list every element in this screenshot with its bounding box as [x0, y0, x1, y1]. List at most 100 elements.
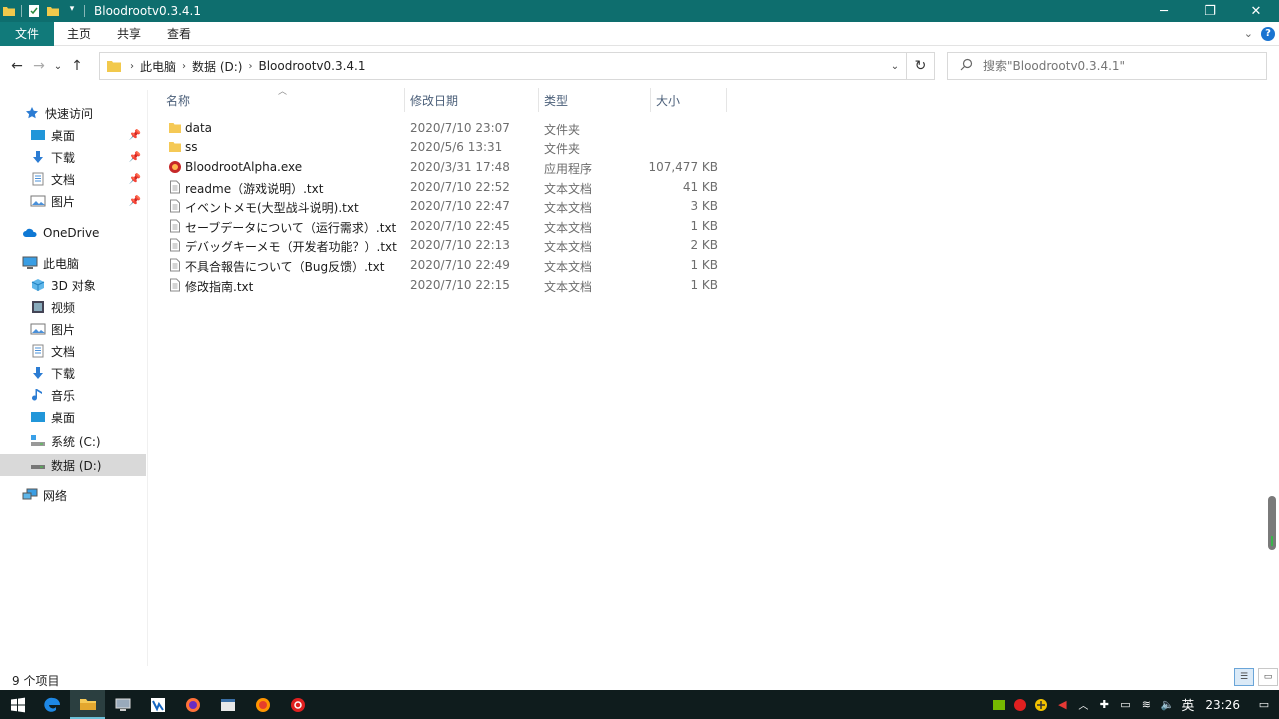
- chevron-up-icon[interactable]: ︿: [1076, 698, 1090, 712]
- column-header-name[interactable]: 名称: [166, 88, 404, 112]
- sidebar-item-desktop-pc[interactable]: 桌面: [0, 406, 146, 428]
- up-button[interactable]: ↑: [66, 58, 88, 74]
- pin-icon[interactable]: 📌: [129, 130, 141, 141]
- sidebar-item-downloads[interactable]: 下载 📌: [0, 146, 146, 168]
- sidebar-item-pictures-pc[interactable]: 图片: [0, 318, 146, 340]
- tab-home[interactable]: 主页: [54, 22, 104, 46]
- plus-tray-icon[interactable]: [1034, 698, 1048, 712]
- volume-icon[interactable]: 🔈: [1160, 698, 1175, 712]
- file-type: 文本文档: [544, 182, 593, 196]
- sidebar-item-3d-objects[interactable]: 3D 对象: [0, 274, 146, 296]
- search-box[interactable]: [947, 52, 1267, 80]
- sidebar-item-quick-access[interactable]: 快速访问: [0, 102, 146, 124]
- tab-view[interactable]: 查看: [154, 22, 204, 46]
- file-row[interactable]: デバッグキーメモ（开发者功能？）.txt 2020/7/10 22:13 文本文…: [160, 235, 726, 255]
- file-name: 不具合報告について（Bug反馈）.txt: [185, 260, 385, 274]
- column-divider[interactable]: [538, 88, 539, 112]
- edge-browser-icon[interactable]: [35, 690, 70, 719]
- netease-tray-icon[interactable]: [1013, 698, 1027, 712]
- search-input[interactable]: [983, 59, 1253, 73]
- file-explorer-taskbar-icon[interactable]: [70, 690, 105, 719]
- app-blue-icon[interactable]: [140, 690, 175, 719]
- sidebar-item-videos[interactable]: 视频: [0, 296, 146, 318]
- window-app-icon[interactable]: [210, 690, 245, 719]
- breadcrumb-current-folder[interactable]: Bloodrootv0.3.4.1: [252, 59, 371, 73]
- recent-locations-button[interactable]: ⌄: [50, 61, 66, 72]
- sidebar-item-pictures[interactable]: 图片 📌: [0, 190, 146, 212]
- tab-share[interactable]: 共享: [104, 22, 154, 46]
- back-button[interactable]: ←: [6, 58, 28, 74]
- firefox-icon[interactable]: [175, 690, 210, 719]
- clock[interactable]: 23:26: [1205, 698, 1240, 712]
- new-folder-icon[interactable]: [46, 4, 60, 18]
- file-row[interactable]: イベントメモ(大型战斗说明).txt 2020/7/10 22:47 文本文档 …: [160, 196, 726, 216]
- wifi-icon[interactable]: ≋: [1139, 698, 1153, 712]
- file-row[interactable]: data 2020/7/10 23:07 文件夹: [160, 118, 726, 138]
- sidebar-item-music[interactable]: 音乐: [0, 384, 146, 406]
- download-icon: [30, 150, 46, 164]
- pin-icon[interactable]: 📌: [129, 152, 141, 163]
- file-name: 修改指南.txt: [185, 280, 254, 294]
- megaphone-icon[interactable]: ◀: [1055, 698, 1069, 712]
- chevron-down-icon[interactable]: ⌄: [884, 61, 906, 72]
- pin-icon[interactable]: 📌: [129, 196, 141, 207]
- firefox-alt-icon[interactable]: [245, 690, 280, 719]
- nvidia-icon[interactable]: [992, 698, 1006, 712]
- sidebar-item-onedrive[interactable]: OneDrive: [0, 222, 146, 244]
- item-count: 9 个项目: [12, 674, 60, 688]
- address-bar[interactable]: › 此电脑 › 数据 (D:) › Bloodrootv0.3.4.1 ⌄: [99, 52, 907, 80]
- column-header-type[interactable]: 类型: [544, 88, 650, 112]
- sidebar-item-this-pc[interactable]: 此电脑: [0, 252, 146, 274]
- details-view-icon[interactable]: ☰: [1234, 668, 1254, 686]
- netease-music-icon[interactable]: [280, 690, 315, 719]
- column-divider[interactable]: [726, 88, 727, 112]
- refresh-button[interactable]: ↻: [907, 52, 935, 80]
- file-row[interactable]: ss 2020/5/6 13:31 文件夹: [160, 137, 726, 157]
- pane-divider[interactable]: [147, 90, 148, 666]
- breadcrumb-drive-d[interactable]: 数据 (D:): [186, 58, 248, 75]
- picture-icon: [30, 322, 46, 336]
- help-icon[interactable]: ?: [1261, 26, 1275, 41]
- minimize-button[interactable]: ─: [1141, 0, 1187, 22]
- restore-button[interactable]: ❐: [1187, 0, 1233, 22]
- taskbar: ◀ ︿ ✚ ▭ ≋ 🔈 英 23:26 ▭: [0, 690, 1279, 719]
- divider: [84, 5, 85, 17]
- file-row[interactable]: 修改指南.txt 2020/7/10 22:15 文本文档 1 KB: [160, 275, 726, 295]
- tab-file[interactable]: 文件: [0, 21, 55, 46]
- file-row[interactable]: 不具合報告について（Bug反馈）.txt 2020/7/10 22:49 文本文…: [160, 255, 726, 275]
- expand-ribbon-icon[interactable]: ⌄: [1244, 27, 1253, 40]
- pin-icon[interactable]: 📌: [129, 174, 141, 185]
- title-bar[interactable]: ▾ Bloodrootv0.3.4.1 ─ ❐ ✕: [0, 0, 1279, 22]
- column-header-size[interactable]: 大小: [656, 88, 726, 112]
- download-icon: [30, 366, 46, 380]
- sidebar-item-documents-pc[interactable]: 文档: [0, 340, 146, 362]
- sidebar-item-network[interactable]: 网络: [0, 484, 146, 506]
- file-row[interactable]: セーブデータについて（运行需求）.txt 2020/7/10 22:45 文本文…: [160, 216, 726, 236]
- battery-icon[interactable]: ▭: [1118, 698, 1132, 712]
- file-row[interactable]: readme（游戏说明）.txt 2020/7/10 22:52 文本文档 41…: [160, 177, 726, 197]
- breadcrumb-this-pc[interactable]: 此电脑: [134, 58, 182, 75]
- scrollbar-thumb[interactable]: [1268, 496, 1276, 550]
- properties-icon[interactable]: [27, 4, 41, 18]
- quick-access-toolbar: ▾: [0, 0, 90, 22]
- sidebar-item-drive-c[interactable]: 系统 (C:): [0, 430, 146, 452]
- file-row[interactable]: BloodrootAlpha.exe 2020/3/31 17:48 应用程序 …: [160, 157, 726, 177]
- sidebar-item-documents[interactable]: 文档 📌: [0, 168, 146, 190]
- computer-app-icon[interactable]: [105, 690, 140, 719]
- security-icon[interactable]: ✚: [1097, 698, 1111, 712]
- column-divider[interactable]: [404, 88, 405, 112]
- column-divider[interactable]: [650, 88, 651, 112]
- notification-icon[interactable]: ▭: [1257, 698, 1271, 712]
- file-type: 文本文档: [544, 260, 593, 274]
- start-button[interactable]: [0, 690, 35, 719]
- large-icons-view-icon[interactable]: ▭: [1258, 668, 1278, 686]
- input-method-indicator[interactable]: 英: [1181, 695, 1194, 714]
- customize-toolbar-icon[interactable]: ▾: [65, 4, 79, 18]
- forward-button[interactable]: →: [28, 58, 50, 74]
- sidebar-item-label: 下载: [51, 150, 76, 165]
- sidebar-item-downloads-pc[interactable]: 下载: [0, 362, 146, 384]
- close-button[interactable]: ✕: [1233, 0, 1279, 22]
- sidebar-item-desktop[interactable]: 桌面 📌: [0, 124, 146, 146]
- column-header-date[interactable]: 修改日期: [410, 88, 538, 112]
- sidebar-item-drive-d[interactable]: 数据 (D:): [0, 454, 146, 476]
